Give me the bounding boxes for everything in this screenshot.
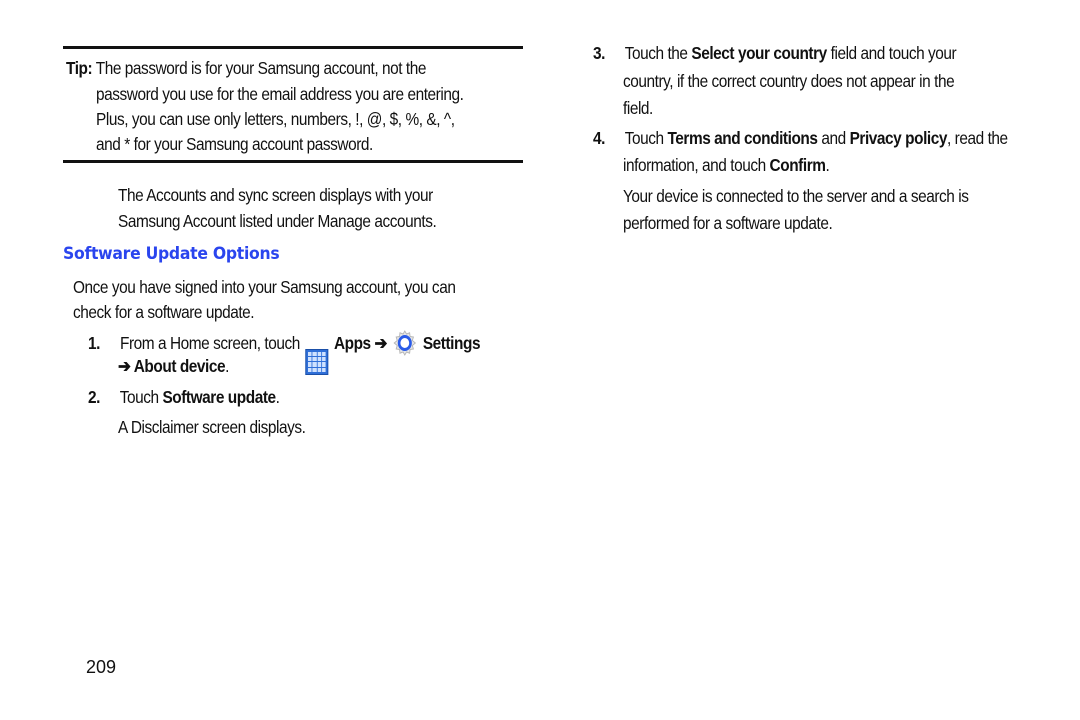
section-heading: Software Update Options xyxy=(63,244,280,264)
intro-line-2: check for a software update. xyxy=(73,302,255,322)
step-2-note: A Disclaimer screen displays. xyxy=(118,417,306,437)
step-1-number: 1. xyxy=(88,333,100,353)
step-3: 3. Touch the Select your country field a… xyxy=(593,43,957,63)
tip-top-rule xyxy=(63,46,523,49)
step-2-number: 2. xyxy=(88,387,100,407)
accounts-text-line-1: The Accounts and sync screen displays wi… xyxy=(118,185,433,205)
step-4-line-2: information, and touch Confirm. xyxy=(623,155,830,175)
tip-label: Tip: xyxy=(66,58,93,78)
tip-line-3: Plus, you can use only letters, numbers,… xyxy=(96,109,455,129)
result-line-1: Your device is connected to the server a… xyxy=(623,186,969,206)
tip-line-1: Tip: The password is for your Samsung ac… xyxy=(66,58,427,78)
tip-line-2: password you use for the email address y… xyxy=(96,84,464,104)
step-3-number: 3. xyxy=(593,43,605,63)
terms-label: Terms and conditions xyxy=(667,128,818,148)
intro-line-1: Once you have signed into your Samsung a… xyxy=(73,277,456,297)
accounts-text-line-2: Samsung Account listed under Manage acco… xyxy=(118,211,437,231)
settings-gear-icon xyxy=(393,330,417,356)
confirm-label: Confirm xyxy=(769,155,826,175)
step-2: 2. Touch Software update. xyxy=(88,387,280,407)
step-4: 4. Touch Terms and conditions and Privac… xyxy=(593,128,1008,148)
step-1-line-2: ➔ About device. xyxy=(118,356,230,376)
about-device-label: ➔ About device xyxy=(118,356,226,376)
settings-label: Settings xyxy=(422,333,481,353)
apps-label: Apps ➔ xyxy=(333,333,387,353)
tip-bottom-rule xyxy=(63,160,523,163)
result-line-2: performed for a software update. xyxy=(623,213,833,233)
select-country-label: Select your country xyxy=(691,43,827,63)
tip-line-4: and * for your Samsung account password. xyxy=(96,134,373,154)
privacy-label: Privacy policy xyxy=(849,128,948,148)
software-update-label: Software update xyxy=(162,387,276,407)
step-3-line-2: country, if the correct country does not… xyxy=(623,71,955,91)
step-4-number: 4. xyxy=(593,128,605,148)
page-number: 209 xyxy=(86,657,117,677)
apps-grid-icon xyxy=(305,348,329,375)
step-3-line-3: field. xyxy=(623,98,653,118)
